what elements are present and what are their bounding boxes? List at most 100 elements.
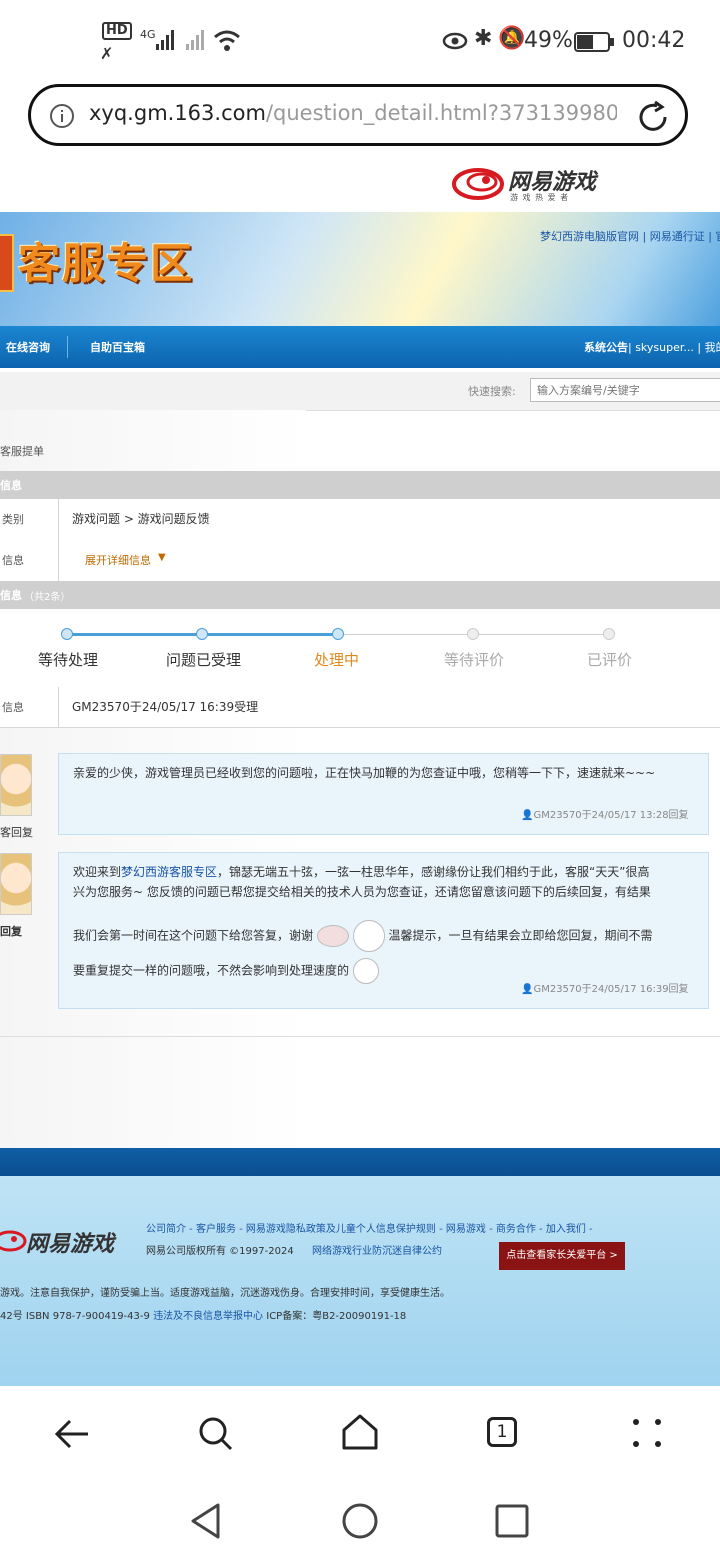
info-icon[interactable] [49,103,75,129]
step-dot-3 [332,628,344,640]
message-1-meta-text: GM23570于24/05/17 13:28回复 [533,810,689,821]
address-bar[interactable]: xyq.gm.163.com/question_detail.html?3731… [28,84,688,146]
parent-care-button[interactable]: 点击查看家长关爱平台 > [499,1242,625,1270]
emoji-cat-icon [352,958,379,984]
avatar [0,754,32,816]
message-1: 亲爱的少侠，游戏管理员已经收到您的问题啦，正在快马加鞭的为您查证中哦，您稍等一下… [58,753,709,835]
url-path: /question_detail.html?373139980 [265,101,617,125]
eye-icon [442,32,468,50]
message-2-line3b: 温馨提示，一旦有结果会立即给您回复，期间不需 [388,928,653,943]
footer-strip [0,1148,720,1176]
banner-title: 客服专区 [18,239,195,288]
search-icon[interactable] [196,1414,236,1454]
cell-divider [58,539,59,581]
section-count: （共2条） [24,592,71,603]
mute-bell-icon: 🔕 [498,26,526,51]
category-row: 类别 游戏问题 > 游戏问题反馈 [0,499,720,540]
step-label-3-current: 处理中 [314,651,360,669]
detail-label: 信息 [2,554,24,567]
banner: 客服专区 梦幻西游电脑版官网 | 网易通行证 | 官 [0,212,720,328]
section-title: 信息 [0,479,22,492]
nav-online-consult[interactable]: 在线咨询 [6,339,50,355]
message-2: 欢迎来到梦幻西游客服专区，锦瑟无端五十弦，一弦一柱思华年，感谢缘份让我们相约于此… [58,852,709,1009]
footer-notice: 游戏。注意自我保护，谨防受骗上当。适度游戏益脑，沉迷游戏伤身。合理安排时间，享受… [0,1288,450,1299]
handling-row: 信息 GM23570于24/05/17 16:39受理 [0,687,720,728]
section-header-info: 信息 [0,471,720,499]
emoji-pig-icon [352,920,385,952]
banner-badge [0,234,14,292]
footer-isbn-text: 42号 ISBN 978-7-900419-43-9 [0,1311,150,1322]
message-2-line3a: 我们会第一时间在这个问题下给您答复，谢谢 [73,928,314,943]
signal-2-icon [186,30,204,50]
battery-icon [574,32,614,52]
battery-percent: 49% [524,28,573,53]
url-text[interactable]: xyq.gm.163.com/question_detail.html?3731… [89,101,617,131]
message-2-link[interactable]: 梦幻西游客服专区 [121,865,217,879]
progress-steps: 等待处理 问题已受理 处理中 等待评价 已评价 [0,609,720,688]
system-recents-icon[interactable] [494,1503,530,1539]
step-dot-5 [603,628,615,640]
nav-announcement[interactable]: 系统公告 [584,339,628,355]
status-bar: HD ✗ 4G ✱ 🔕 49% 00:42 [0,0,720,80]
detail-row: 信息 展开详细信息 ▼ [0,539,720,582]
nav-self-help[interactable]: 自助百宝箱 [90,339,145,355]
cell-divider [58,499,59,539]
search-label: 快速搜索: [468,385,516,398]
tabs-count-button[interactable]: 1 [487,1417,517,1447]
caret-down-icon[interactable]: ▼ [158,552,166,563]
user-icon: 👤 [521,984,534,995]
footer-links[interactable]: 公司简介 - 客户服务 - 网易游戏隐私政策及儿童个人信息保护规则 - 网易游戏… [146,1220,593,1235]
footer-report-link[interactable]: 违法及不良信息举报中心 [153,1311,263,1322]
clock: 00:42 [622,28,686,53]
category-value: 游戏问题 > 游戏问题反馈 [72,512,210,526]
system-back-icon[interactable] [188,1502,224,1540]
netease-swirl-icon [0,1230,27,1252]
home-icon[interactable] [340,1412,380,1452]
search-input[interactable] [530,378,720,402]
netease-swirl-icon [452,168,504,200]
step-dot-4 [467,628,479,640]
netease-logo[interactable]: 网易游戏 游 戏 热 爱 者 [452,162,602,206]
no-call-icon: ✗ [100,44,114,63]
reply-tag: 客回复 [0,826,33,839]
nav-divider [67,336,68,358]
message-1-text: 亲爱的少侠，游戏管理员已经收到您的问题啦，正在快马加鞭的为您查证中哦，您稍等一下… [73,766,656,780]
handling-value: GM23570于24/05/17 16:39受理 [72,700,259,714]
logo-subtitle: 游 戏 热 爱 者 [510,193,570,202]
main-nav: 在线咨询 自助百宝箱 系统公告 | skysuper... | 我的 [0,326,720,368]
step-dot-2 [196,628,208,640]
divider [0,1036,720,1037]
reload-icon[interactable] [635,99,671,135]
reply-tag: 回复 [0,925,22,938]
handling-label: 信息 [2,701,24,714]
wifi-icon [214,30,240,51]
message-2-line3: 我们会第一时间在这个问题下给您答复，谢谢 温馨提示，一旦有结果会立即给您回复，期… [73,920,703,952]
avatar [0,853,32,915]
emoji-cloud-icon [316,925,349,947]
step-label-5: 已评价 [587,651,633,669]
message-2-line1-text: ，锦瑟无端五十弦，一弦一柱思华年，感谢缘份让我们相约于此，客服“天天”很高 [217,865,650,879]
back-arrow-icon[interactable] [52,1416,92,1452]
banner-top-links[interactable]: 梦幻西游电脑版官网 | 网易通行证 | 官 [540,228,720,244]
browser-bottom-nav: 1 [0,1386,720,1560]
section-title-2: 信息 [0,589,22,602]
user-icon: 👤 [521,810,534,821]
bluetooth-icon: ✱ [474,26,493,51]
nav-user[interactable]: | skysuper... | 我的 [628,339,720,355]
footer-icp: ICP备案：粤B2-20090191-18 [266,1311,407,1322]
footer-copyright: 网易公司版权所有 ©1997-2024 [146,1246,294,1257]
footer-selfdiscipline-link[interactable]: 网络游戏行业防沉迷自律公约 [312,1242,442,1257]
expand-details-link[interactable]: 展开详细信息 [85,552,151,568]
section-header-progress: 信息 （共2条） [0,581,720,609]
message-2-line1: 欢迎来到梦幻西游客服专区，锦瑟无端五十弦，一弦一柱思华年，感谢缘份让我们相约于此… [73,863,703,882]
message-2-line2: 兴为您服务~ 您反馈的问题已帮您提交给相关的技术人员为您查证，还请您留意该问题下… [73,885,651,899]
breadcrumb: 客服提单 [0,445,44,458]
system-home-icon[interactable] [341,1502,379,1540]
step-label-4: 等待评价 [444,651,505,669]
more-menu-icon[interactable] [630,1416,666,1452]
message-2-pre: 欢迎来到 [73,865,122,879]
cell-divider [58,687,59,727]
url-domain: xyq.gm.163.com [89,101,266,125]
category-label: 类别 [2,513,24,526]
step-label-2: 问题已受理 [166,651,242,669]
